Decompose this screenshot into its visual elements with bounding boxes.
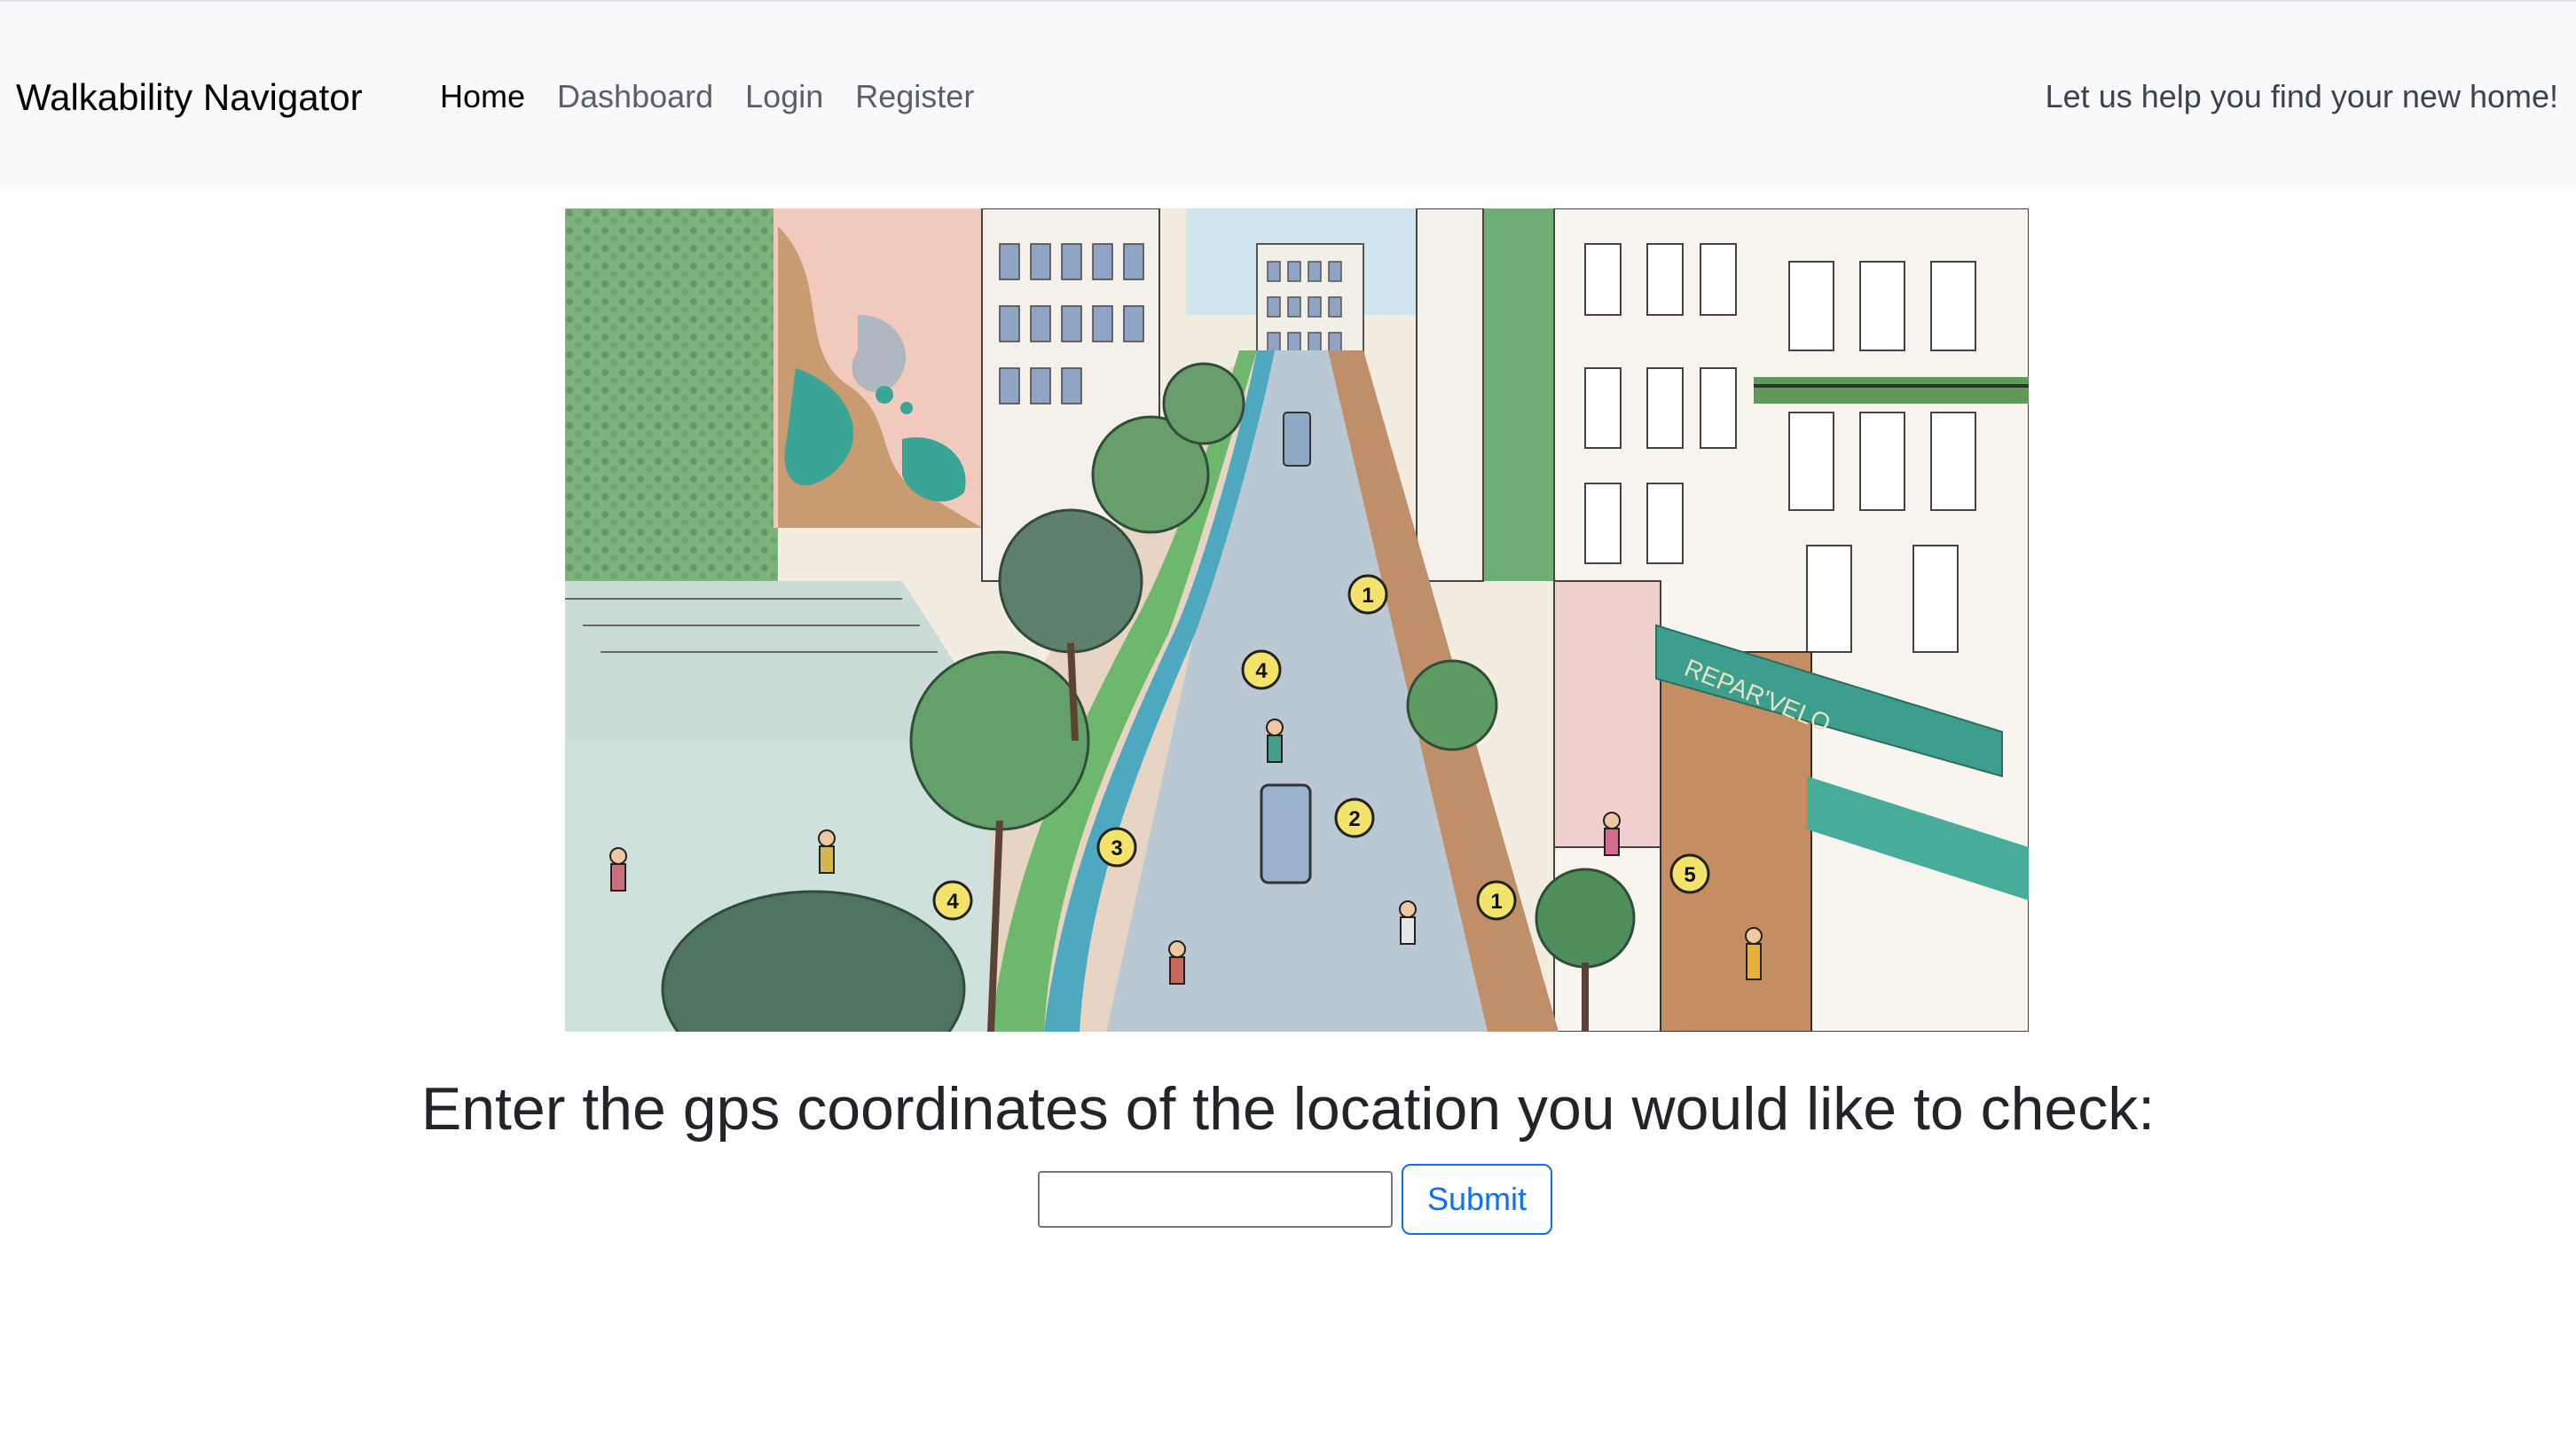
marker-5: 5 — [1669, 853, 1710, 894]
svg-text:2: 2 — [1348, 807, 1360, 831]
submit-button[interactable]: Submit — [1402, 1164, 1552, 1235]
nav-link-home[interactable]: Home — [440, 75, 525, 119]
svg-text:5: 5 — [1684, 863, 1695, 887]
nav-link-dashboard[interactable]: Dashboard — [557, 75, 713, 119]
brand-link[interactable]: Walkability Navigator — [16, 73, 363, 122]
svg-text:1: 1 — [1490, 890, 1502, 914]
nav-link-register[interactable]: Register — [855, 75, 974, 119]
svg-text:4: 4 — [946, 890, 959, 914]
coordinates-input[interactable] — [1038, 1171, 1393, 1228]
svg-text:3: 3 — [1111, 837, 1122, 860]
coordinates-prompt: Enter the gps coordinates of the locatio… — [420, 1075, 2156, 1143]
svg-text:4: 4 — [1255, 659, 1268, 683]
nav-link-login[interactable]: Login — [745, 75, 823, 119]
navbar: Walkability Navigator Home Dashboard Log… — [0, 0, 2576, 188]
nav-links: Home Dashboard Login Register — [440, 75, 1006, 119]
hero-illustration: REPAR'VELO 1 4 2 3 4 1 5 — [565, 208, 2029, 1032]
marker-3: 3 — [1096, 827, 1137, 868]
marker-1-bottom: 1 — [1476, 880, 1517, 921]
svg-text:1: 1 — [1362, 584, 1373, 608]
marker-4-left: 4 — [932, 880, 973, 921]
street-illustration: REPAR'VELO 1 4 2 3 4 1 5 — [565, 208, 2029, 1032]
marker-1-top: 1 — [1347, 574, 1388, 615]
marker-4-street: 4 — [1241, 649, 1282, 690]
coordinates-form: Submit — [1038, 1164, 1552, 1235]
marker-2: 2 — [1334, 798, 1375, 838]
navbar-tagline: Let us help you find your new home! — [2045, 78, 2558, 114]
